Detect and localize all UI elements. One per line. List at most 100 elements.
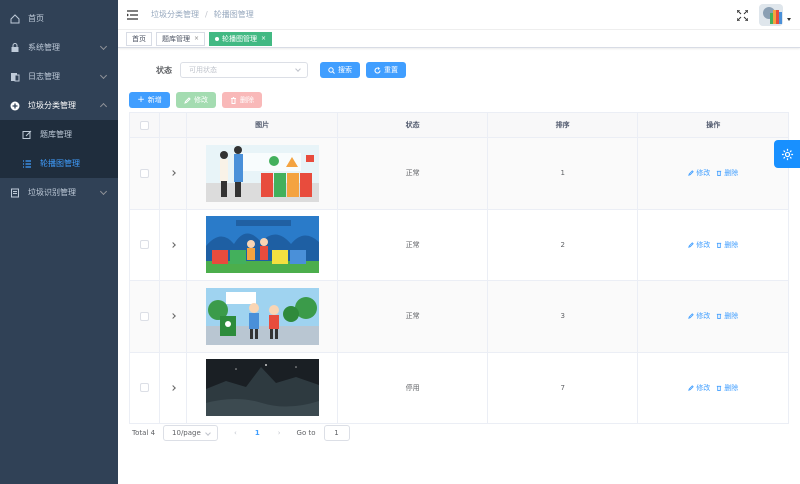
reset-button-label: 重置 <box>384 66 398 74</box>
tag-carousel[interactable]: 轮播图管理 × <box>209 31 273 46</box>
sidebar-item-label: 轮播图管理 <box>40 159 80 168</box>
expand-chevron-icon[interactable] <box>170 313 176 320</box>
status-cell: 正常 <box>338 281 488 352</box>
status-select[interactable]: 可用状态 <box>180 62 308 78</box>
delete-button[interactable]: 删除 <box>222 92 262 108</box>
carousel-image <box>205 216 319 274</box>
page-size-value: 10/page <box>172 429 201 437</box>
tag-question-bank[interactable]: 题库管理 × <box>156 31 206 46</box>
hamburger-icon[interactable] <box>127 9 139 20</box>
settings-button[interactable] <box>774 140 800 168</box>
order-cell: 3 <box>488 281 639 352</box>
reset-button[interactable]: 重置 <box>366 62 406 78</box>
chevron-down-icon <box>295 66 301 72</box>
table-row: 正常 1 修改 删除 <box>130 138 788 210</box>
page-number-current[interactable]: 1 <box>255 429 260 437</box>
row-checkbox[interactable] <box>139 240 149 250</box>
row-delete-button[interactable]: 删除 <box>716 383 738 393</box>
row-checkbox[interactable] <box>139 383 149 393</box>
status-cell: 正常 <box>338 209 488 280</box>
image-cell <box>187 352 339 423</box>
gear-icon <box>781 148 793 160</box>
tags-view: 首页 题库管理 × 轮播图管理 × <box>118 30 800 48</box>
carousel-image <box>205 144 319 202</box>
row-checkbox[interactable] <box>139 311 149 321</box>
actions-cell: 修改 删除 <box>638 138 788 209</box>
search-button-label: 搜索 <box>338 66 352 74</box>
search-button[interactable]: 搜索 <box>320 62 360 78</box>
row-delete-label: 删除 <box>724 169 739 178</box>
chevron-down-icon <box>205 430 211 436</box>
status-cell: 停用 <box>338 352 488 423</box>
row-edit-label: 修改 <box>696 383 711 392</box>
header-status: 状态 <box>338 113 488 137</box>
home-icon <box>10 13 20 24</box>
navbar: 垃圾分类管理 / 轮播图管理 <box>118 0 800 30</box>
image-cell <box>187 281 339 352</box>
select-all-checkbox[interactable] <box>139 120 149 130</box>
page-size-select[interactable]: 10/page <box>163 425 219 441</box>
expand-chevron-icon[interactable] <box>170 384 176 391</box>
fullscreen-icon[interactable] <box>736 9 749 22</box>
order-cell: 1 <box>488 138 639 209</box>
prev-page-icon[interactable]: ‹ <box>234 429 237 437</box>
carousel-image <box>205 359 319 417</box>
sidebar-item-system[interactable]: 系统管理 <box>0 33 118 62</box>
plus-icon: + <box>137 95 145 105</box>
sidebar-item-question-bank[interactable]: 题库管理 <box>0 120 118 149</box>
trash-icon <box>717 314 722 320</box>
table-row: 停用 7 修改 删除 <box>130 352 788 424</box>
goto-label: Go to <box>296 429 316 437</box>
table-row: 正常 2 修改 删除 <box>130 209 788 281</box>
tag-home[interactable]: 首页 <box>126 31 152 46</box>
sidebar-item-home[interactable]: 首页 <box>0 4 118 33</box>
order-cell: 7 <box>488 352 639 423</box>
refresh-icon <box>374 66 381 74</box>
next-page-icon[interactable]: › <box>278 429 281 437</box>
edit-button-label: 修改 <box>194 96 208 104</box>
close-icon[interactable]: × <box>261 35 266 42</box>
header-expand-cell <box>160 113 187 137</box>
tag-label: 首页 <box>132 34 146 43</box>
plus-circle-icon <box>10 101 20 111</box>
row-delete-button[interactable]: 删除 <box>716 311 738 321</box>
row-edit-button[interactable]: 修改 <box>688 240 710 250</box>
actions-cell: 修改 删除 <box>638 210 788 281</box>
row-edit-button[interactable]: 修改 <box>688 168 710 178</box>
row-checkbox[interactable] <box>139 168 149 178</box>
list-icon <box>22 159 32 169</box>
sidebar-item-recognition[interactable]: 垃圾识别管理 <box>0 178 118 207</box>
sidebar-item-label: 垃圾分类管理 <box>28 101 76 110</box>
add-button[interactable]: + 新增 <box>129 92 170 108</box>
table-header: 图片 状态 排序 操作 <box>130 113 788 138</box>
sidebar-item-label: 题库管理 <box>40 130 72 139</box>
edit-icon <box>184 96 191 104</box>
tag-label: 题库管理 <box>162 34 190 43</box>
edit-button[interactable]: 修改 <box>176 92 216 108</box>
goto-value: 1 <box>334 429 339 437</box>
breadcrumb-separator: / <box>205 10 208 19</box>
row-delete-button[interactable]: 删除 <box>716 240 738 250</box>
breadcrumb: 垃圾分类管理 / 轮播图管理 <box>151 9 254 20</box>
sidebar-item-carousel[interactable]: 轮播图管理 <box>0 149 118 178</box>
table-row: 正常 3 修改 删除 <box>130 281 788 353</box>
header-image: 图片 <box>187 113 339 137</box>
goto-input[interactable]: 1 <box>323 425 350 441</box>
doc-icon <box>10 188 20 198</box>
breadcrumb-item-current: 轮播图管理 <box>213 10 254 19</box>
row-delete-button[interactable]: 删除 <box>716 168 738 178</box>
expand-chevron-icon[interactable] <box>170 170 176 177</box>
row-edit-button[interactable]: 修改 <box>688 383 710 393</box>
log-icon <box>10 72 20 82</box>
avatar[interactable] <box>759 4 783 26</box>
sidebar-item-log[interactable]: 日志管理 <box>0 62 118 91</box>
row-edit-button[interactable]: 修改 <box>688 311 710 321</box>
close-icon[interactable]: × <box>194 35 199 42</box>
header-actions: 操作 <box>706 121 721 129</box>
caret-down-icon[interactable] <box>787 18 791 21</box>
expand-chevron-icon[interactable] <box>170 241 176 248</box>
add-button-label: 新增 <box>147 96 162 104</box>
actions-cell: 修改 删除 <box>638 281 788 352</box>
sidebar-item-garbage[interactable]: 垃圾分类管理 <box>0 91 118 120</box>
breadcrumb-item[interactable]: 垃圾分类管理 <box>151 10 199 19</box>
